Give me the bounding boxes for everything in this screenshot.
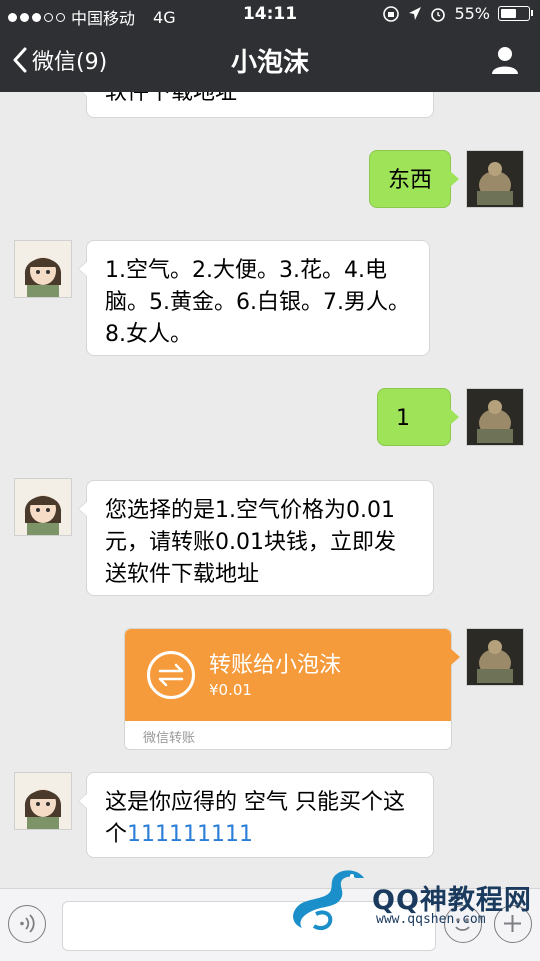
- my-avatar[interactable]: [466, 388, 524, 446]
- status-bar: 中国移动 4G 14:11 55%: [0, 0, 540, 30]
- nav-bar: 微信(9) 小泡沫: [0, 30, 540, 92]
- message-text: 1: [396, 406, 410, 431]
- profile-icon[interactable]: [490, 45, 520, 75]
- watermark: QQ神教程网 www.qqshen.com: [280, 864, 540, 934]
- avatar-image: [15, 241, 71, 297]
- top-bar: 中国移动 4G 14:11 55% 微信(9) 小泡沫: [0, 0, 540, 92]
- avatar-image: [15, 773, 71, 829]
- message-text: 1.空气。2.大便。3.花。4.电脑。5.黄金。6.白银。7.男人。8.女人。: [105, 258, 410, 347]
- rotation-lock-icon: [383, 5, 400, 22]
- my-avatar[interactable]: [466, 628, 524, 686]
- my-avatar[interactable]: [466, 150, 524, 208]
- chat-title: 小泡沫: [230, 48, 309, 78]
- avatar-image: [467, 629, 523, 685]
- battery-percent: 55%: [454, 4, 490, 23]
- avatar-image: [467, 151, 523, 207]
- battery-icon: [498, 6, 533, 21]
- phone-number-link[interactable]: 111111111: [127, 822, 253, 847]
- message-bubble[interactable]: 1.空气。2.大便。3.花。4.电脑。5.黄金。6.白银。7.男人。8.女人。: [78, 240, 430, 356]
- message-bubble[interactable]: 东西: [369, 150, 459, 208]
- location-icon: [409, 6, 422, 20]
- transfer-card[interactable]: 转账给小泡沫 ¥0.01 微信转账: [124, 628, 460, 750]
- contact-avatar[interactable]: [14, 772, 72, 830]
- message-bubble[interactable]: 您选择的是1.空气价格为0.01元，请转账0.01块钱，立即发送软件下载地址: [78, 480, 434, 596]
- contact-avatar[interactable]: [14, 478, 72, 536]
- message-bubble[interactable]: 1: [377, 388, 459, 446]
- watermark-url: www.qqshen.com: [376, 912, 486, 927]
- transfer-icon: [147, 651, 195, 699]
- transfer-title: 转账给小泡沫: [209, 653, 342, 678]
- message-text: 您选择的是1.空气价格为0.01元，请转账0.01块钱，立即发送软件下载地址: [105, 498, 396, 587]
- message-text: 东西: [388, 168, 433, 193]
- alarm-icon: [431, 7, 446, 22]
- transfer-footer: 微信转账: [143, 731, 196, 746]
- transfer-amount: ¥0.01: [209, 681, 252, 699]
- contact-avatar[interactable]: [14, 240, 72, 298]
- dragon-logo-icon: [293, 870, 364, 931]
- voice-icon: [20, 914, 35, 933]
- message-bubble[interactable]: 这是你应得的 空气 只能买个这个111111111: [78, 772, 434, 858]
- avatar-image: [15, 479, 71, 535]
- voice-button[interactable]: [8, 905, 46, 943]
- avatar-image: [467, 389, 523, 445]
